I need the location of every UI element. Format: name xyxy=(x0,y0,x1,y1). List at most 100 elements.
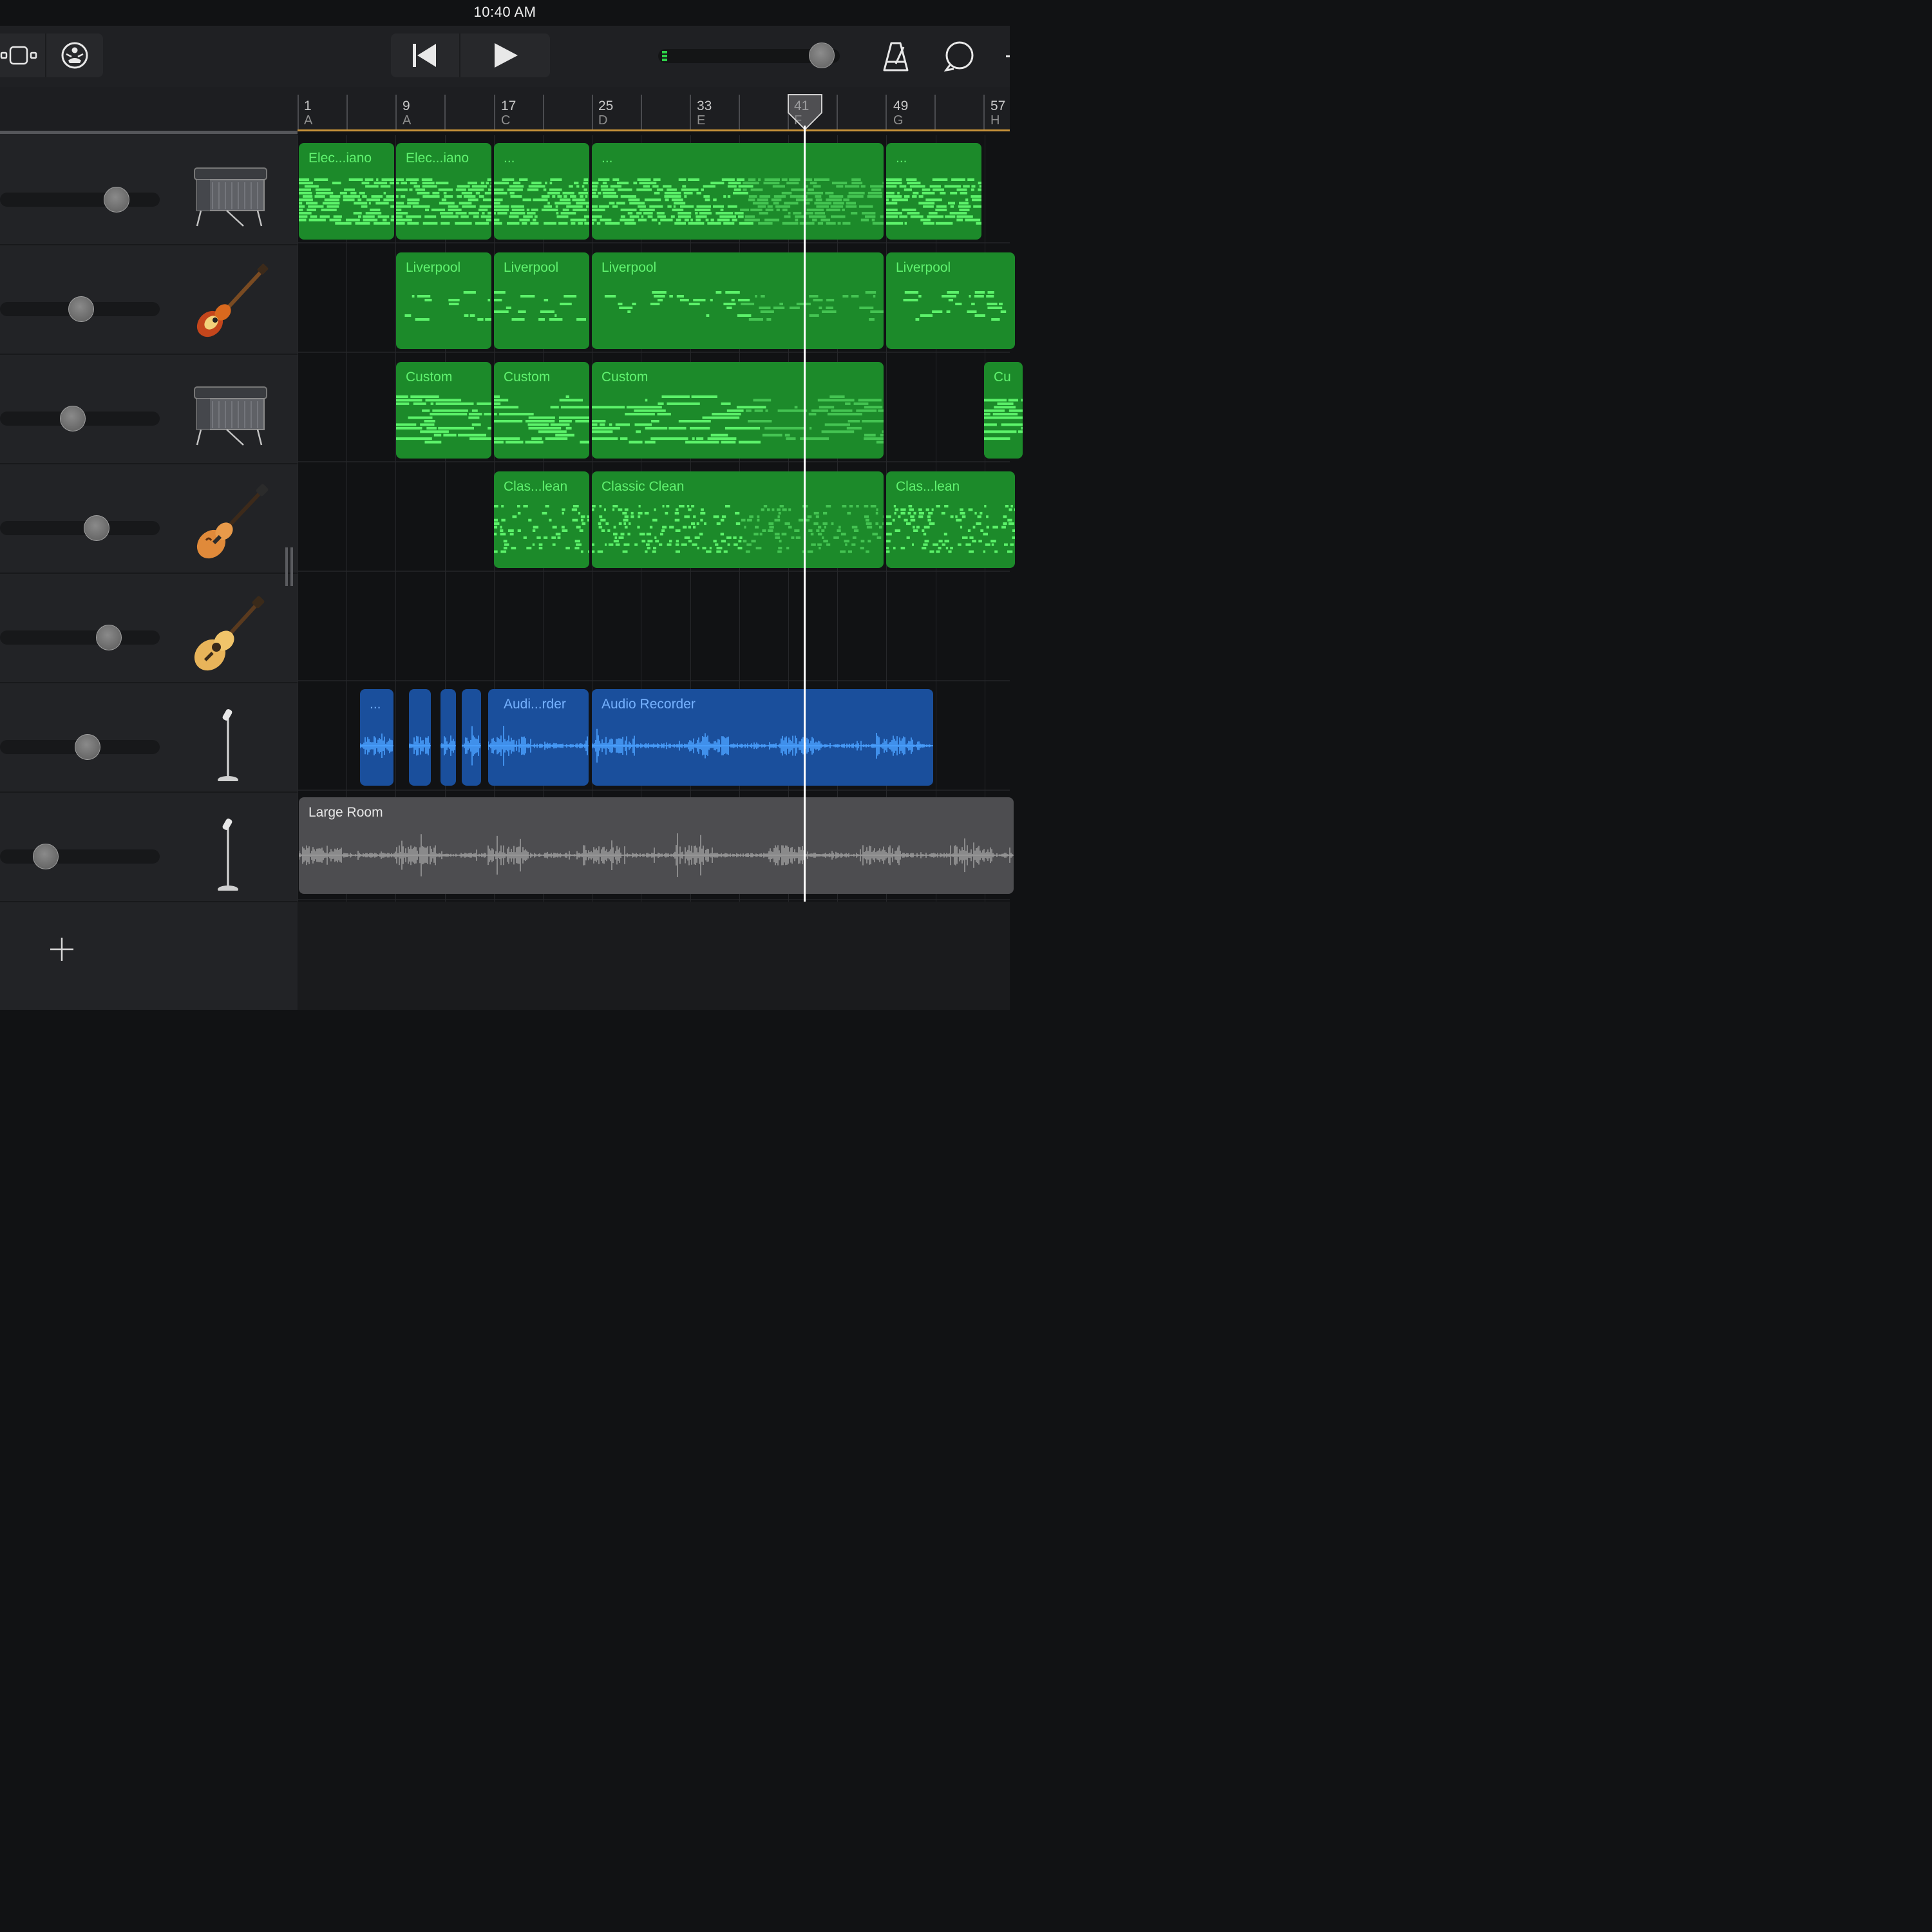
beat-gridline xyxy=(395,135,397,902)
audio-waveform xyxy=(462,726,481,766)
audio-region[interactable]: ... xyxy=(360,689,393,786)
midi-region[interactable]: ... xyxy=(592,143,884,240)
audio-region[interactable] xyxy=(440,689,456,786)
play-button[interactable] xyxy=(460,33,550,77)
track-volume-slider[interactable] xyxy=(0,849,160,864)
audio-region[interactable] xyxy=(462,689,481,786)
audio-waveform xyxy=(409,735,431,756)
midi-region[interactable]: Custom xyxy=(592,362,884,459)
midi-region[interactable]: Cu xyxy=(984,362,1023,459)
ruler-tick xyxy=(592,95,593,131)
midi-region[interactable]: Custom xyxy=(396,362,491,459)
track-header[interactable] xyxy=(0,137,298,245)
headers-divider xyxy=(0,131,298,134)
midi-region[interactable]: Liverpool xyxy=(886,252,1015,349)
track-volume-slider[interactable] xyxy=(0,193,160,207)
ruler-tick xyxy=(494,95,495,131)
metronome-icon xyxy=(883,42,909,71)
go-to-beginning-icon xyxy=(413,44,436,67)
bar-marker: 1A xyxy=(304,99,313,128)
region-name: Custom xyxy=(406,370,453,384)
region-name: Custom xyxy=(504,370,551,384)
region-name: ... xyxy=(896,151,907,166)
master-volume-knob[interactable] xyxy=(808,43,835,68)
midi-region[interactable]: Liverpool xyxy=(592,252,884,349)
midi-region[interactable]: Custom xyxy=(494,362,589,459)
plus-icon[interactable] xyxy=(49,936,75,962)
track-volume-knob[interactable] xyxy=(96,625,122,650)
bar-marker: 57 H xyxy=(990,99,1006,128)
audio-waveform xyxy=(299,833,1014,877)
bar-marker: 33 E xyxy=(697,99,712,128)
midi-region[interactable]: Liverpool xyxy=(494,252,589,349)
region-name: Classic Clean xyxy=(601,479,685,494)
empty-track-area[interactable] xyxy=(298,902,1010,1010)
track-header[interactable] xyxy=(0,356,298,464)
bar-marker: 9A xyxy=(402,99,412,128)
ruler-tick xyxy=(934,95,936,131)
midi-region[interactable]: Liverpool xyxy=(396,252,491,349)
toolbar xyxy=(0,26,1010,87)
midi-region[interactable]: ... xyxy=(494,143,589,240)
transport-controls xyxy=(391,33,550,77)
audio-waveform xyxy=(440,735,456,756)
track-headers xyxy=(0,87,298,1010)
electric-piano-icon xyxy=(194,167,267,227)
audio-region[interactable] xyxy=(409,689,431,786)
track-header[interactable] xyxy=(0,575,298,683)
region-name: Clas...lean xyxy=(896,479,960,494)
ruler-tick xyxy=(346,95,348,131)
midi-region[interactable]: Elec...iano xyxy=(299,143,394,240)
ruler-tick xyxy=(837,95,838,131)
track-volume-knob[interactable] xyxy=(60,406,86,431)
acoustic-guitar-icon xyxy=(194,596,265,671)
ruler-tick xyxy=(739,95,740,131)
timeline-ruler[interactable]: 1A 9A 17C 25D 33E 41F 49G 57H xyxy=(298,87,1010,131)
wrench-icon xyxy=(1006,55,1010,57)
level-meter xyxy=(662,51,667,61)
midi-region[interactable]: ... xyxy=(886,143,981,240)
region-name: Liverpool xyxy=(601,260,657,275)
track-header[interactable] xyxy=(0,685,298,793)
audio-region[interactable]: Audio Recorder xyxy=(592,689,933,786)
beat-gridline xyxy=(346,135,348,902)
settings-button[interactable] xyxy=(1003,50,1010,63)
track-header[interactable] xyxy=(0,466,298,574)
region-name: Liverpool xyxy=(896,260,951,275)
tracks-area[interactable]: Elec...iano Elec...iano ... ... ... Live… xyxy=(298,135,1023,902)
loop-browser-icon xyxy=(943,41,974,72)
tracks-view-button[interactable] xyxy=(0,33,45,77)
track-lane[interactable] xyxy=(298,573,1010,681)
drummer-button[interactable] xyxy=(46,33,103,77)
drummer-icon xyxy=(61,42,88,69)
track-header[interactable] xyxy=(0,794,298,902)
resize-handle-icon[interactable] xyxy=(284,547,294,586)
midi-notes xyxy=(592,178,884,225)
region-name: Liverpool xyxy=(406,260,461,275)
track-volume-slider[interactable] xyxy=(0,630,160,645)
ruler-tick xyxy=(983,95,985,131)
ruler-tick xyxy=(395,95,397,131)
audio-region[interactable]: Large Room xyxy=(299,797,1014,894)
playhead[interactable] xyxy=(804,126,806,902)
cycle-region-bar[interactable] xyxy=(298,129,1010,131)
track-volume-slider[interactable] xyxy=(0,521,160,535)
go-to-beginning-button[interactable] xyxy=(391,33,459,77)
headers-top-bar xyxy=(0,87,298,131)
midi-region[interactable]: Clas...lean xyxy=(886,471,1015,568)
bar-marker: 49 G xyxy=(893,99,909,128)
track-volume-knob[interactable] xyxy=(33,844,59,869)
track-volume-knob[interactable] xyxy=(104,187,129,213)
track-volume-knob[interactable] xyxy=(84,515,109,541)
midi-region[interactable]: Clas...lean xyxy=(494,471,589,568)
metronome-button[interactable] xyxy=(879,39,913,75)
audio-region[interactable]: Audi...rder xyxy=(488,689,589,786)
midi-region[interactable]: Elec...iano xyxy=(396,143,491,240)
region-name: Liverpool xyxy=(504,260,559,275)
track-volume-knob[interactable] xyxy=(68,296,94,322)
track-volume-knob[interactable] xyxy=(75,734,100,760)
region-name: Large Room xyxy=(308,805,383,820)
track-header[interactable] xyxy=(0,247,298,355)
midi-region[interactable]: Classic Clean xyxy=(592,471,884,568)
loop-browser-button[interactable] xyxy=(942,39,978,75)
